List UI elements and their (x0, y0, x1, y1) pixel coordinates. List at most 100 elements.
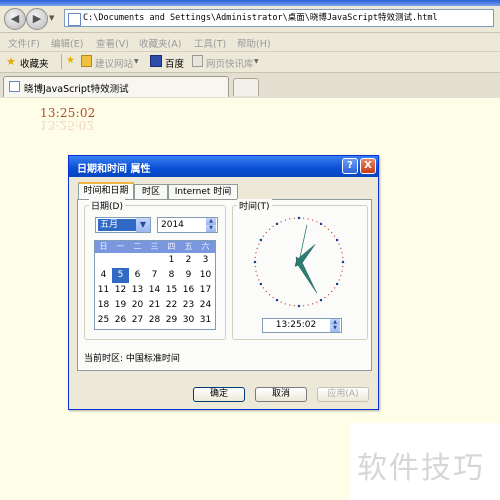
minute-mark (331, 290, 333, 292)
star-icon: ★ (6, 55, 16, 68)
tab-internet-time[interactable]: Internet 时间 (168, 184, 238, 200)
calendar-day[interactable]: 29 (163, 313, 180, 328)
calendar-day[interactable]: 11 (95, 283, 112, 298)
minute-mark (269, 228, 271, 230)
calendar-day[interactable]: 9 (180, 268, 197, 283)
forward-button[interactable]: ▶ (26, 8, 48, 30)
minute-mark (312, 219, 314, 221)
hour-mark (275, 299, 279, 302)
suggested-sites-link[interactable]: 建议网站 (95, 56, 133, 70)
apply-button[interactable]: 应用(A) (317, 387, 369, 402)
page-icon (9, 81, 20, 92)
tab-timezone[interactable]: 时区 (134, 184, 168, 200)
menu-view[interactable]: 查看(V) (96, 36, 129, 50)
month-select[interactable]: 五月 ▼ (95, 217, 151, 233)
spin-down-icon[interactable]: ▼ (206, 225, 216, 232)
calendar-day[interactable]: 26 (112, 313, 129, 328)
dialog-title-bar[interactable]: 日期和时间 属性 ? X (69, 156, 378, 177)
close-button[interactable]: X (360, 158, 376, 174)
address-input[interactable]: C:\Documents and Settings\Administrator\… (64, 9, 494, 27)
favorites-button[interactable]: 收藏夹 (20, 56, 49, 70)
calendar-day[interactable]: 25 (95, 313, 112, 328)
menu-favorites[interactable]: 收藏夹(A) (139, 36, 181, 50)
calendar-day[interactable]: 16 (180, 283, 197, 298)
calendar-day[interactable]: 24 (197, 298, 214, 313)
calendar-header: 日一二三四五六 (95, 241, 215, 253)
time-spinner[interactable]: 13:25:02 ▲ ▼ (262, 318, 342, 333)
hour-mark (297, 304, 301, 308)
year-spinner[interactable]: 2014 ▲ ▼ (157, 217, 218, 233)
hour-mark (259, 282, 262, 286)
minute-mark (334, 235, 336, 237)
baidu-link[interactable]: 百度 (165, 56, 184, 70)
calendar-day[interactable]: 21 (146, 298, 163, 313)
calendar-day[interactable]: 1 (163, 253, 180, 268)
chevron-down-icon[interactable]: ▼ (136, 218, 150, 232)
calendar-day[interactable]: 27 (129, 313, 146, 328)
minute-mark (254, 266, 256, 268)
calendar-day[interactable]: 31 (197, 313, 214, 328)
minute-mark (256, 275, 258, 277)
calendar-day[interactable]: 13 (129, 283, 146, 298)
forward-arrow-icon: ▶ (32, 12, 42, 25)
web-slices-link[interactable]: 网页快讯库 (206, 56, 254, 70)
cancel-button[interactable]: 取消 (255, 387, 307, 402)
minute-mark (265, 232, 267, 234)
calendar-day[interactable]: 22 (163, 298, 180, 313)
calendar-day[interactable]: 7 (146, 268, 163, 283)
calendar-day[interactable]: 20 (129, 298, 146, 313)
divider (61, 54, 62, 69)
calendar-day[interactable]: 4 (95, 268, 112, 283)
ok-button[interactable]: 确定 (193, 387, 245, 402)
minute-mark (327, 228, 329, 230)
close-icon: X (364, 160, 372, 171)
minute-mark (303, 217, 305, 219)
add-favorite-icon[interactable]: ★ (66, 55, 75, 66)
calendar-day[interactable]: 18 (95, 298, 112, 313)
spin-up-icon[interactable]: ▲ (206, 218, 216, 225)
calendar-day[interactable]: 8 (163, 268, 180, 283)
calendar-day[interactable]: 30 (180, 313, 197, 328)
minute-mark (289, 218, 291, 220)
help-button[interactable]: ? (342, 158, 358, 174)
calendar-day[interactable]: 5 (112, 268, 129, 283)
calendar-day[interactable]: 14 (146, 283, 163, 298)
minute-mark (327, 294, 329, 296)
calendar-day[interactable]: 10 (197, 268, 214, 283)
hour-mark (336, 238, 339, 242)
new-tab-button[interactable] (233, 78, 259, 96)
minute-mark (255, 270, 257, 272)
calendar-day[interactable]: 17 (197, 283, 214, 298)
tab-time-date[interactable]: 时间和日期 (78, 182, 134, 200)
back-button[interactable]: ◀ (4, 8, 26, 30)
calendar-day[interactable]: 19 (112, 298, 129, 313)
minute-mark (280, 221, 282, 223)
question-icon: ? (347, 160, 353, 171)
calendar-day[interactable]: 2 (180, 253, 197, 268)
menu-help[interactable]: 帮助(H) (237, 36, 271, 50)
calendar-day[interactable]: 28 (146, 313, 163, 328)
calendar-day[interactable]: 3 (197, 253, 214, 268)
menu-tools[interactable]: 工具(T) (194, 36, 226, 50)
minute-mark (272, 225, 274, 227)
calendar-day[interactable]: 15 (163, 283, 180, 298)
minute-mark (258, 243, 260, 245)
minute-mark (307, 304, 309, 306)
minute-mark (254, 256, 256, 258)
hour-mark (336, 282, 339, 286)
chevron-down-icon[interactable]: ▼ (134, 58, 139, 65)
calendar-day[interactable]: 23 (180, 298, 197, 313)
minute-mark (341, 252, 343, 254)
chevron-down-icon[interactable]: ▼ (254, 58, 259, 65)
minute-mark (265, 290, 267, 292)
browser-tab[interactable]: 晓博JavaScript特效测试 (3, 76, 229, 97)
menu-file[interactable]: 文件(F) (8, 36, 40, 50)
minute-mark (269, 294, 271, 296)
nav-dropdown-icon[interactable]: ▼ (49, 14, 54, 22)
hour-mark (297, 216, 301, 220)
spin-down-icon[interactable]: ▼ (330, 325, 340, 332)
menu-edit[interactable]: 编辑(E) (51, 36, 83, 50)
calendar-day[interactable]: 12 (112, 283, 129, 298)
calendar-day[interactable]: 6 (129, 268, 146, 283)
minute-mark (280, 301, 282, 303)
